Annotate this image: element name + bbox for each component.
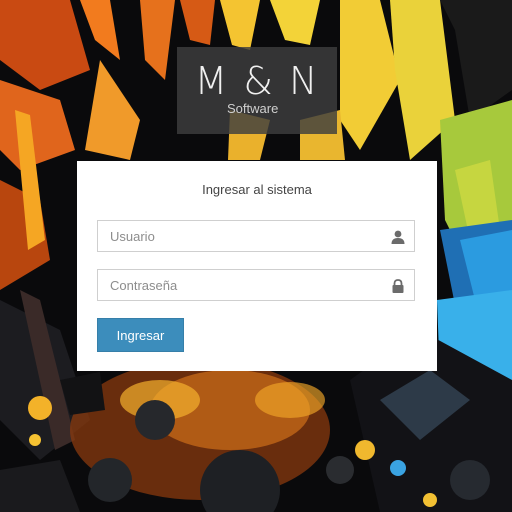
login-button[interactable]: Ingresar: [97, 318, 184, 352]
lock-icon: [391, 278, 405, 293]
username-input[interactable]: [98, 221, 383, 251]
brand-subtitle: Software: [227, 101, 279, 116]
username-field[interactable]: [97, 220, 415, 252]
login-heading: Ingresar al sistema: [202, 182, 312, 197]
brand-title: M & N: [194, 59, 320, 103]
user-icon: [391, 229, 405, 244]
login-panel: Ingresar al sistema Ingresar: [77, 161, 437, 371]
password-field[interactable]: [97, 269, 415, 301]
password-input[interactable]: [98, 270, 383, 300]
brand-logo: M & N Software: [177, 47, 337, 134]
